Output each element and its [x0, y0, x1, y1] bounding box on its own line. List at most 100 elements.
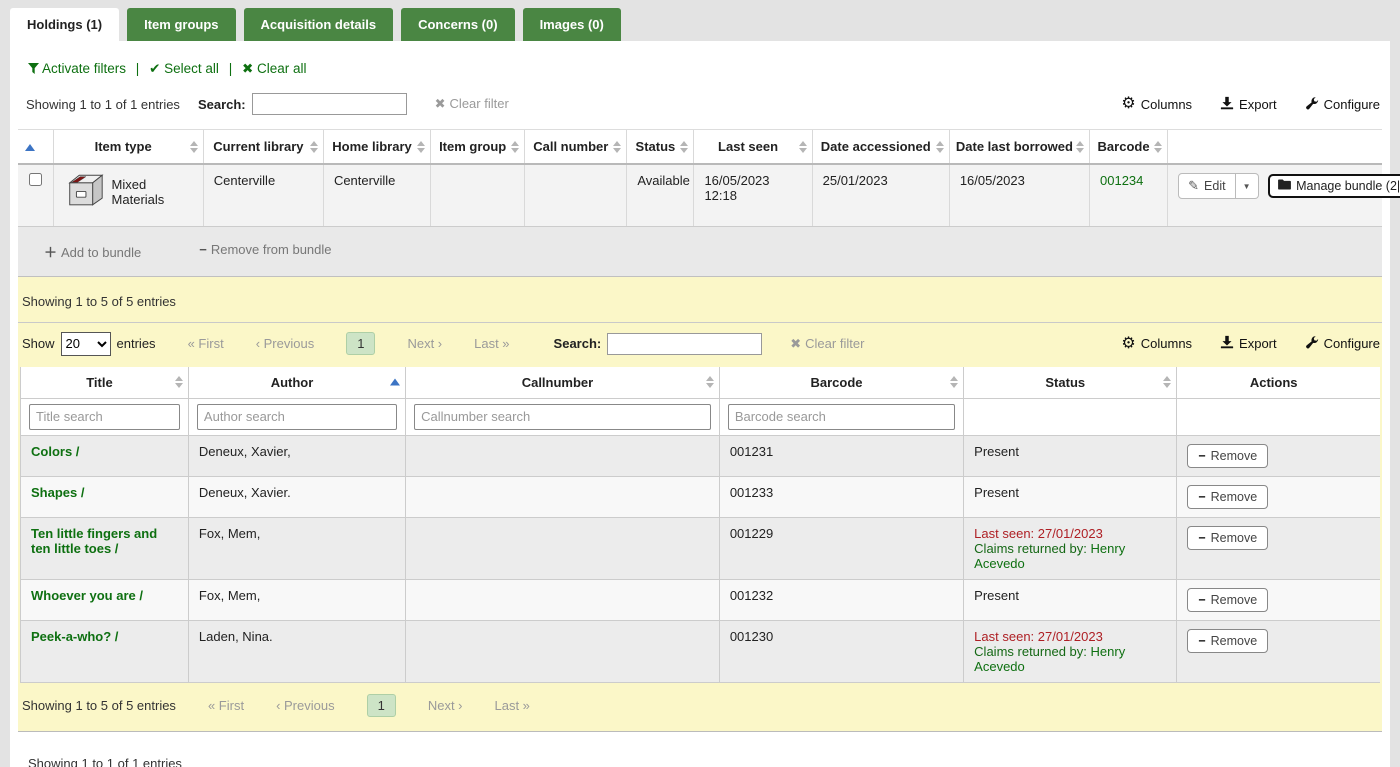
title-link[interactable]: Ten little fingers and ten little toes / — [31, 526, 157, 556]
edit-split-button: ✎Edit ▼ — [1178, 173, 1258, 199]
edit-label: Edit — [1204, 179, 1226, 193]
add-to-bundle-button[interactable]: ＋Add to bundle — [44, 242, 141, 261]
remove-button[interactable]: −Remove — [1187, 526, 1268, 550]
author-filter-input[interactable] — [197, 404, 397, 430]
title-link[interactable]: Peek-a-who? / — [31, 629, 118, 644]
pagination-page-1-button[interactable]: 1 — [367, 694, 396, 717]
barcode-link[interactable]: 001234 — [1100, 173, 1143, 188]
configure-button[interactable]: Configure — [1305, 335, 1380, 352]
activate-filters-link[interactable]: Activate filters — [28, 61, 126, 76]
sort-icon — [190, 141, 198, 153]
sort-icon — [1154, 141, 1162, 153]
barcode-filter-input[interactable] — [728, 404, 955, 430]
pagination-last-button[interactable]: Last » — [474, 336, 509, 351]
holdings-table: Item type Current library Home library I… — [18, 129, 1382, 227]
pagination-next-button[interactable]: Next › — [407, 336, 442, 351]
pagination-next-button[interactable]: Next › — [428, 698, 463, 713]
author-cell: Fox, Mem, — [188, 579, 405, 620]
remove-from-bundle-button[interactable]: −Remove from bundle — [199, 242, 331, 261]
bundle-filter-row — [21, 398, 1381, 435]
column-header-current-library[interactable]: Current library — [203, 130, 323, 165]
column-header-title[interactable]: Title — [21, 367, 189, 399]
tab-holdings[interactable]: Holdings (1) — [10, 8, 119, 41]
sort-asc-icon — [25, 144, 35, 151]
status-cell: Last seen: 27/01/2023 Claims returned by… — [964, 620, 1177, 682]
column-header-select[interactable] — [18, 130, 53, 165]
bundle-table-footer: Showing 1 to 5 of 5 entries « First ‹ Pr… — [20, 683, 1380, 731]
column-header-callnumber[interactable]: Callnumber — [406, 367, 720, 399]
plus-icon: ＋ — [44, 245, 57, 260]
title-link[interactable]: Whoever you are / — [31, 588, 143, 603]
pagination-first-button[interactable]: « First — [188, 336, 224, 351]
column-header-call-number[interactable]: Call number — [525, 130, 627, 165]
pagination-previous-button[interactable]: ‹ Previous — [276, 698, 335, 713]
wrench-icon — [1305, 96, 1319, 113]
remove-button[interactable]: −Remove — [1187, 629, 1268, 653]
column-header-status[interactable]: Status — [627, 130, 694, 165]
title-filter-input[interactable] — [29, 404, 180, 430]
configure-button[interactable]: Configure — [1305, 96, 1380, 113]
remove-button[interactable]: −Remove — [1187, 485, 1268, 509]
columns-button[interactable]: ⚙Columns — [1121, 96, 1192, 112]
status-cell: Present — [964, 579, 1177, 620]
holdings-search-input[interactable] — [252, 93, 407, 115]
export-button[interactable]: Export — [1220, 96, 1277, 113]
column-header-author[interactable]: Author — [188, 367, 405, 399]
row-select-checkbox[interactable] — [29, 173, 42, 186]
x-icon: ✖ — [435, 96, 446, 111]
edit-dropdown-toggle[interactable]: ▼ — [1236, 173, 1259, 199]
tab-item-groups[interactable]: Item groups — [127, 8, 235, 41]
bundle-pagination-bottom: « First ‹ Previous 1 Next › Last » — [176, 694, 530, 717]
holdings-table-tools: ⚙Columns Export Configure — [1121, 96, 1380, 113]
remove-button[interactable]: −Remove — [1187, 444, 1268, 468]
edit-button[interactable]: ✎Edit — [1178, 173, 1235, 199]
column-header-home-library[interactable]: Home library — [323, 130, 430, 165]
tab-images[interactable]: Images (0) — [523, 8, 621, 41]
minus-icon: − — [1198, 634, 1205, 648]
export-button[interactable]: Export — [1220, 335, 1277, 352]
column-header-actions: Actions — [1177, 367, 1380, 399]
export-label: Export — [1239, 336, 1277, 351]
minus-icon: − — [1198, 531, 1205, 545]
bundle-search-input[interactable] — [607, 333, 762, 355]
callnumber-filter-input[interactable] — [414, 404, 711, 430]
minus-icon: − — [1198, 490, 1205, 504]
date-accessioned-cell: 25/01/2023 — [812, 164, 949, 226]
column-label: Author — [271, 375, 314, 390]
bundle-table-controls: Show 20 entries « First ‹ Previous 1 Nex… — [20, 323, 1380, 365]
title-link[interactable]: Shapes / — [31, 485, 84, 500]
bundle-clear-filter-button[interactable]: ✖Clear filter — [790, 336, 864, 352]
pagination-page-1-button[interactable]: 1 — [346, 332, 375, 355]
column-header-date-last-borrowed[interactable]: Date last borrowed — [949, 130, 1089, 165]
column-header-last-seen[interactable]: Last seen — [694, 130, 812, 165]
bundle-items-table: Title Author Callnumber Barcode Status A… — [20, 367, 1380, 683]
column-header-barcode[interactable]: Barcode — [1090, 130, 1168, 165]
manage-bundle-button[interactable]: Manage bundle (2|3) — [1268, 174, 1400, 198]
bundle-showing-info: Showing 1 to 5 of 5 entries — [20, 277, 1380, 322]
holdings-clear-filter-button[interactable]: ✖Clear filter — [435, 96, 509, 112]
tab-concerns[interactable]: Concerns (0) — [401, 8, 514, 41]
clear-all-link[interactable]: ✖ Clear all — [242, 61, 307, 76]
pagination-first-button[interactable]: « First — [208, 698, 244, 713]
sort-icon — [799, 141, 807, 153]
sort-icon — [680, 141, 688, 153]
sort-icon — [175, 376, 183, 388]
last-seen-alert: Last seen: 27/01/2023 — [974, 526, 1166, 541]
column-header-status[interactable]: Status — [964, 367, 1177, 399]
table-row: Peek-a-who? / Laden, Nina. 001230 Last s… — [21, 620, 1381, 682]
page-size-select[interactable]: 20 — [61, 332, 111, 356]
status-cell: Present — [964, 476, 1177, 517]
column-header-date-accessioned[interactable]: Date accessioned — [812, 130, 949, 165]
title-link[interactable]: Colors / — [31, 444, 79, 459]
column-header-item-type[interactable]: Item type — [53, 130, 203, 165]
tab-bar: Holdings (1) Item groups Acquisition det… — [0, 0, 1400, 41]
pagination-last-button[interactable]: Last » — [495, 698, 530, 713]
select-all-link[interactable]: ✔ Select all — [149, 61, 219, 76]
columns-button[interactable]: ⚙Columns — [1121, 336, 1192, 352]
column-header-item-group[interactable]: Item group — [431, 130, 525, 165]
table-row: Ten little fingers and ten little toes /… — [21, 517, 1381, 579]
pagination-previous-button[interactable]: ‹ Previous — [256, 336, 315, 351]
remove-button[interactable]: −Remove — [1187, 588, 1268, 612]
tab-acquisition-details[interactable]: Acquisition details — [244, 8, 394, 41]
column-header-barcode[interactable]: Barcode — [719, 367, 963, 399]
